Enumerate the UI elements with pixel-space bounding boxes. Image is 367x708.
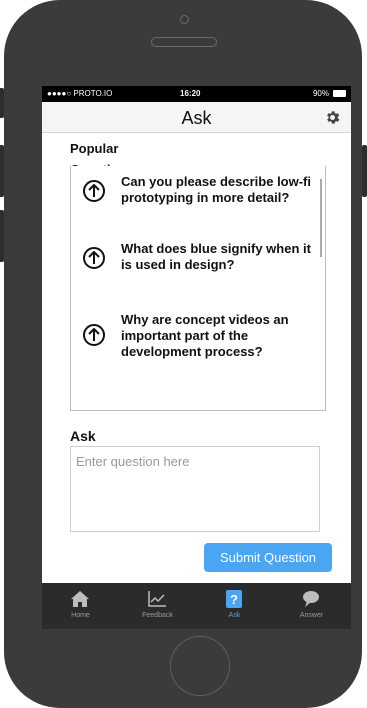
front-camera xyxy=(180,15,189,24)
question-text: Why are concept videos an important part… xyxy=(121,312,289,359)
question-text: Can you please describe low-fi prototypi… xyxy=(121,174,311,205)
volume-down-button xyxy=(0,210,4,262)
question-item[interactable]: Why are concept videos an important part… xyxy=(83,312,323,368)
speech-bubble-icon xyxy=(303,591,319,607)
upvote-arrow-icon[interactable] xyxy=(83,324,105,346)
phone-frame: ●●●●○ PROTO.IO 16:20 90% Ask Popular Que… xyxy=(0,0,367,708)
tab-label: Ask xyxy=(228,612,241,619)
question-item[interactable]: What does blue signify when it is used i… xyxy=(83,241,323,297)
ask-label: Ask xyxy=(70,428,96,444)
question-item[interactable]: Can you please describe low-fi prototypi… xyxy=(83,174,323,244)
question-text: What does blue signify when it is used i… xyxy=(121,241,311,272)
submit-question-button[interactable]: Submit Question xyxy=(204,543,332,572)
question-icon: ? xyxy=(226,590,242,608)
battery-icon xyxy=(333,90,346,97)
home-icon xyxy=(71,591,89,607)
clock: 16:20 xyxy=(180,89,201,98)
tab-answer[interactable]: Answer xyxy=(273,583,350,629)
tab-bar: Home Feedback ? Ask Answer xyxy=(42,583,351,629)
popular-questions-list[interactable]: Can you please describe low-fi prototypi… xyxy=(70,166,326,411)
chart-icon xyxy=(148,591,166,607)
upvote-arrow-icon[interactable] xyxy=(83,247,105,269)
tab-home[interactable]: Home xyxy=(42,583,119,629)
page-title: Ask xyxy=(181,108,212,128)
volume-up-button xyxy=(0,145,4,197)
tab-label: Home xyxy=(71,612,90,619)
upvote-arrow-icon[interactable] xyxy=(83,180,105,202)
svg-text:?: ? xyxy=(230,592,238,607)
nav-bar: Ask xyxy=(42,102,351,133)
tab-label: Answer xyxy=(299,612,324,619)
app-screen: ●●●●○ PROTO.IO 16:20 90% Ask Popular Que… xyxy=(42,86,351,629)
list-scrollbar[interactable] xyxy=(320,179,322,257)
question-input[interactable] xyxy=(70,446,320,532)
status-bar: ●●●●○ PROTO.IO 16:20 90% xyxy=(42,86,351,102)
battery-percent: 90% xyxy=(312,89,329,98)
tab-label: Feedback xyxy=(142,612,173,619)
carrier-label: ●●●●○ PROTO.IO xyxy=(47,89,113,98)
gear-icon[interactable] xyxy=(324,109,341,126)
earpiece-speaker xyxy=(151,37,217,47)
silent-switch xyxy=(0,88,4,118)
tab-ask[interactable]: ? Ask xyxy=(196,583,273,629)
power-button xyxy=(362,145,367,197)
home-button[interactable] xyxy=(170,636,230,696)
tab-feedback[interactable]: Feedback xyxy=(119,583,196,629)
